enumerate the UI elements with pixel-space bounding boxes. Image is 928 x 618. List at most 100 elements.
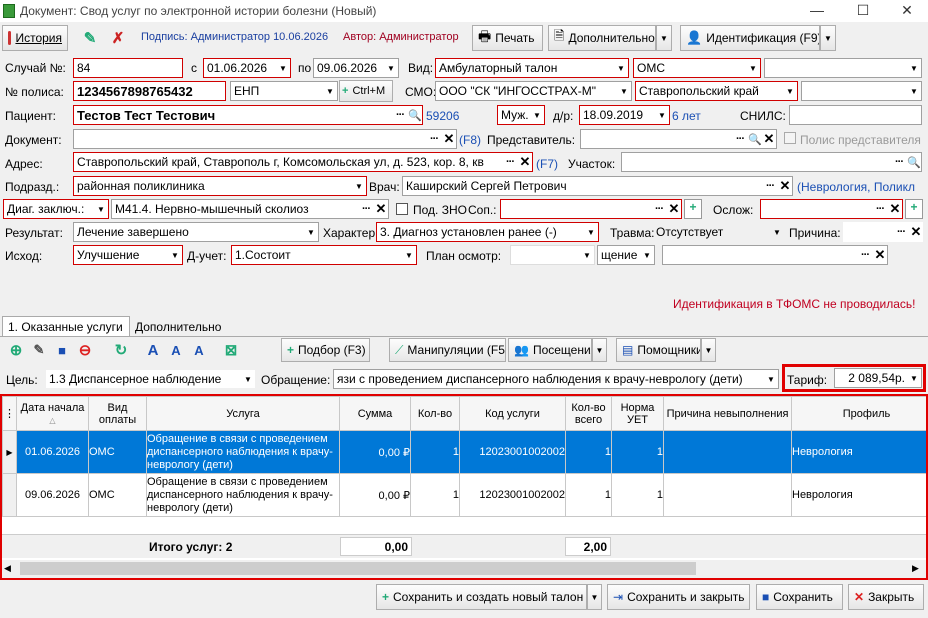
goal-select[interactable]: 1.3 Диспансерное наблюдение ▼ [45, 369, 256, 389]
add-sop-icon[interactable]: + [684, 199, 702, 219]
identification-button[interactable]: 👤 Идентификация (F9) [680, 25, 820, 51]
col-service[interactable]: Услуга [146, 396, 340, 431]
clear-icon: ✕ [889, 201, 901, 216]
save-close-button[interactable]: ⇥ Сохранить и закрыть [607, 584, 750, 610]
save-new-button[interactable]: + Сохранить и создать новый талон [376, 584, 587, 610]
tab-additional[interactable]: Дополнительно [131, 318, 229, 337]
col-sum[interactable]: Сумма [339, 396, 411, 431]
patient-id-link[interactable]: 59206 [426, 109, 459, 123]
dept-select[interactable]: районная поликлиника ▼ [73, 176, 367, 196]
kind-extra-select[interactable]: ▼ [764, 58, 922, 78]
character-select[interactable]: 3. Диагноз установлен ранее (-) ▼ [376, 222, 599, 242]
minimize-icon[interactable]: — [794, 0, 840, 22]
outcome-select[interactable]: Улучшение ▼ [73, 245, 183, 265]
col-pay[interactable]: Вид оплаты [88, 396, 147, 431]
complication-label: Ослож: [713, 203, 754, 217]
ellipsis-icon: ··· [876, 203, 885, 215]
add-complication-icon[interactable]: + [905, 199, 923, 219]
helpers-button[interactable]: ▤ Помощники [616, 338, 701, 362]
manipulations-button[interactable]: ⟋ Манипуляции (F5) [389, 338, 506, 362]
sign-icon[interactable]: ✎ [80, 28, 100, 48]
font-bigger-icon[interactable]: A [143, 340, 163, 360]
f7-link[interactable]: (F7) [536, 157, 558, 171]
ctrl-m-button[interactable]: + Ctrl+M [339, 80, 393, 102]
save-new-dropdown-button[interactable]: ▼ [587, 584, 602, 610]
patient-field[interactable]: Тестов Тест Тестович ··· 🔍 [73, 105, 423, 125]
dcheck-select[interactable]: 1.Состоит ▼ [231, 245, 417, 265]
close-window-icon[interactable]: ✕ [884, 0, 928, 22]
region-select[interactable]: Ставропольский край ▼ [635, 81, 798, 101]
save-button[interactable]: ■ Сохранить [756, 584, 843, 610]
smo-select[interactable]: ООО "СК "ИНГОССТРАХ-М" ▼ [435, 81, 632, 101]
document-field[interactable]: ··· ✕ [73, 129, 457, 149]
unsign-icon[interactable]: ✗ [108, 28, 128, 48]
podbor-button[interactable]: + Подбор (F3) [281, 338, 370, 362]
save-icon[interactable]: ■ [52, 340, 72, 360]
maximize-icon[interactable]: ☐ [840, 0, 886, 22]
horizontal-scrollbar[interactable]: ◀ ▶ [2, 560, 926, 578]
diagnosis-field[interactable]: M41.4. Нервно-мышечный сколиоз ··· ✕ [111, 199, 389, 219]
plan-detail-field[interactable]: ··· ✕ [662, 245, 888, 265]
extra-dropdown-button[interactable]: ▼ [656, 25, 672, 51]
helpers-dropdown-button[interactable]: ▼ [701, 338, 716, 362]
f8-link[interactable]: (F8) [459, 133, 481, 147]
result-select[interactable]: Лечение завершено ▼ [73, 222, 319, 242]
extra-button[interactable]: 🗎 Дополнительно [548, 25, 656, 51]
date-from-field[interactable]: 01.06.2026 ▼ [203, 58, 291, 78]
tariff-select[interactable]: 2 089,54р. ▼ [834, 368, 922, 388]
dob-field[interactable]: 18.09.2019 ▼ [579, 105, 670, 125]
table-row[interactable]: ▶ 01.06.2026 ОМС Обращение в связи с про… [2, 430, 926, 474]
font-reset-icon[interactable]: A [189, 340, 209, 360]
region-extra-select[interactable]: ▼ [801, 81, 922, 101]
area-field[interactable]: ··· 🔍 [621, 152, 922, 172]
tab-services[interactable]: 1. Оказанные услуги [2, 316, 130, 337]
sex-select[interactable]: Муж. ▼ [497, 105, 545, 125]
representative-field[interactable]: ··· 🔍 ✕ [580, 129, 777, 149]
refresh-icon[interactable]: ↻ [111, 340, 131, 360]
font-smaller-icon[interactable]: A [166, 340, 186, 360]
snils-field[interactable] [789, 105, 922, 125]
row-selector-header[interactable]: ⋮ [2, 396, 17, 431]
appeal-select[interactable]: язи с проведением диспансерного наблюден… [333, 369, 779, 389]
delete-icon[interactable]: ⊖ [75, 340, 95, 360]
visits-dropdown-button[interactable]: ▼ [592, 338, 607, 362]
col-uet[interactable]: Норма УЕТ [611, 396, 664, 431]
scrollbar-thumb[interactable] [20, 562, 696, 575]
rep-policy-checkbox[interactable] [784, 132, 796, 144]
visits-button[interactable]: 👥 Посещения [508, 338, 592, 362]
col-qty[interactable]: Кол-во [410, 396, 460, 431]
col-date[interactable]: Дата начала △ [16, 396, 89, 431]
close-button[interactable]: ✕ Закрыть [848, 584, 924, 610]
policy-field[interactable]: 1234567898765432 [73, 81, 226, 101]
payment-kind-select[interactable]: ОМС ▼ [633, 58, 761, 78]
cause-field[interactable]: ··· ✕ [843, 222, 923, 242]
ident-dropdown-button[interactable]: ▼ [820, 25, 836, 51]
add-icon[interactable]: ⊕ [6, 340, 26, 360]
totals-row: Итого услуг: 2 0,00 2,00 [2, 534, 926, 558]
col-reason[interactable]: Причина невыполнения [663, 396, 792, 431]
col-code[interactable]: Код услуги [459, 396, 566, 431]
chevron-down-icon: ▼ [171, 250, 179, 260]
policy-type-select[interactable]: ЕНП ▼ [230, 81, 338, 101]
table-row[interactable]: 09.06.2026 ОМС Обращение в связи с прове… [2, 473, 926, 517]
edit-icon[interactable]: ✎ [29, 340, 49, 360]
plan-select[interactable]: ▼ [510, 245, 595, 265]
print-button[interactable]: 🖶 Печать [472, 25, 543, 51]
document-label: Документ: [5, 133, 62, 147]
sop-field[interactable]: ··· ✕ [500, 199, 682, 219]
doctor-field[interactable]: Каширский Сергей Петрович ··· ✕ [402, 176, 793, 196]
col-qty-total[interactable]: Кол-во всего [565, 396, 612, 431]
excel-icon[interactable]: ⊠ [221, 340, 241, 360]
zno-checkbox[interactable] [396, 203, 408, 215]
trauma-select[interactable]: Отсутствует ▼ [656, 222, 784, 242]
diag-type-select[interactable]: Диаг. заключ.: ▼ [3, 199, 109, 219]
address-field[interactable]: Ставропольский край, Ставрополь г, Комсо… [73, 152, 533, 172]
plan-extra-select[interactable]: щение ▼ [597, 245, 655, 265]
col-profile[interactable]: Профиль [791, 396, 926, 431]
date-to-field[interactable]: 09.06.2026 ▼ [313, 58, 399, 78]
history-button[interactable]: История [2, 25, 68, 51]
complication-field[interactable]: ··· ✕ [760, 199, 903, 219]
kind-select[interactable]: Амбулаторный талон ▼ [435, 58, 629, 78]
case-no-field[interactable]: 84 [73, 58, 183, 78]
address-label: Адрес: [5, 157, 43, 171]
